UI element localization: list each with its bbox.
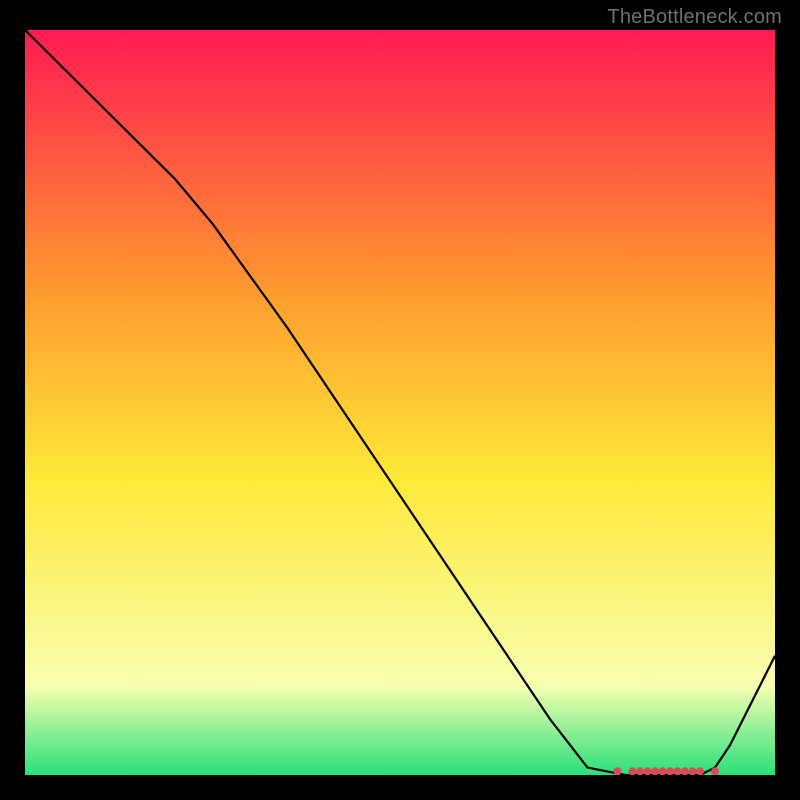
marker-point (666, 767, 674, 775)
marker-point (614, 767, 622, 775)
marker-point (659, 767, 667, 775)
attribution-text: TheBottleneck.com (607, 6, 782, 29)
marker-point (681, 767, 689, 775)
marker-point (689, 767, 697, 775)
marker-point (711, 767, 719, 775)
plot-area (25, 30, 775, 775)
marker-point (629, 767, 637, 775)
chart-root: TheBottleneck.com (0, 0, 800, 800)
marker-point (651, 767, 659, 775)
marker-point (674, 767, 682, 775)
marker-point (644, 767, 652, 775)
marker-point (636, 767, 644, 775)
marker-point (696, 767, 704, 775)
